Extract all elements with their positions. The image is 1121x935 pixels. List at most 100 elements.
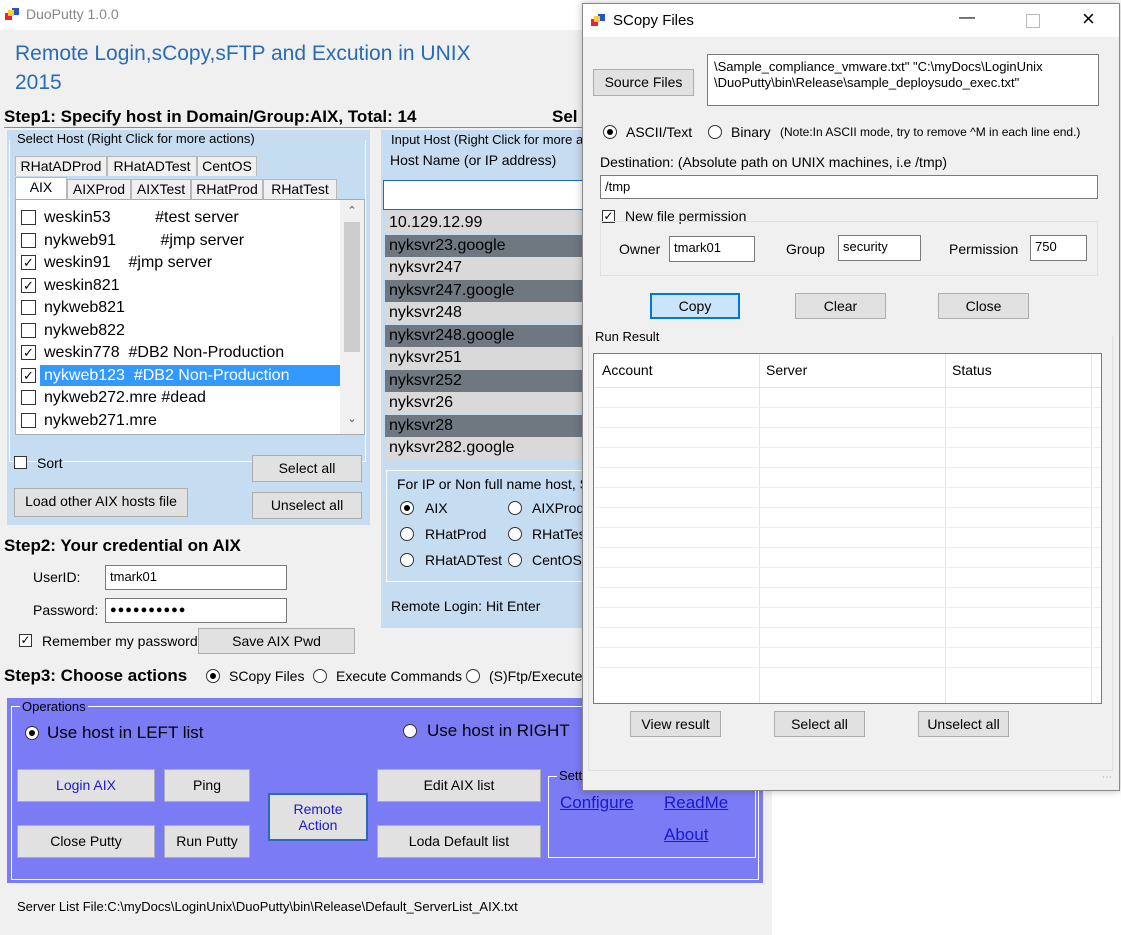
readme-link[interactable]: ReadMe: [664, 793, 728, 813]
host-checkbox[interactable]: ✓: [21, 367, 36, 383]
host-list-item[interactable]: nykweb91 #jmp server: [16, 229, 340, 251]
ip-radio-rhatprod[interactable]: [400, 527, 414, 541]
right-host-item[interactable]: nyksvr247.google: [385, 279, 586, 302]
host-checkbox[interactable]: [21, 322, 36, 338]
edit-list-button[interactable]: Edit AIX list: [377, 769, 541, 802]
host-list-item[interactable]: nykweb822: [16, 319, 340, 341]
host-checkbox[interactable]: [21, 412, 36, 428]
right-host-item[interactable]: nyksvr23.google: [385, 234, 586, 257]
host-list-item[interactable]: weskin53 #test server: [16, 206, 340, 228]
destination-input[interactable]: /tmp: [600, 175, 1098, 199]
tab-rhatadprod[interactable]: RHatADProd: [15, 156, 107, 176]
about-link[interactable]: About: [664, 825, 708, 845]
host-list-item[interactable]: ✓ nykweb123 #DB2 Non-Production: [16, 364, 340, 386]
clear-button[interactable]: Clear: [795, 293, 886, 319]
right-host-item[interactable]: nyksvr248: [385, 302, 586, 324]
right-host-item[interactable]: nyksvr251: [385, 347, 586, 369]
permission-input[interactable]: 750: [1030, 235, 1087, 261]
action-radio-scopy[interactable]: [206, 669, 220, 683]
host-checkbox[interactable]: [21, 232, 36, 248]
result-grid[interactable]: Account Server Status: [593, 353, 1102, 704]
tab-rhatprod[interactable]: RHatProd: [191, 179, 263, 199]
loda-default-button[interactable]: Loda Default list: [377, 825, 541, 858]
remember-password-checkbox[interactable]: ✓: [19, 634, 32, 647]
column-header-account[interactable]: Account: [602, 362, 653, 378]
host-name-input[interactable]: [383, 180, 588, 210]
ip-radio-rhatadtest[interactable]: [400, 553, 414, 567]
right-host-item[interactable]: nyksvr248.google: [385, 324, 586, 347]
sort-checkbox[interactable]: [14, 456, 27, 469]
host-checkbox[interactable]: [21, 210, 36, 225]
source-files-field[interactable]: \Sample_compliance_vmware.txt" "C:\myDoc…: [707, 54, 1099, 106]
login-button[interactable]: Login AIX: [17, 769, 155, 802]
action-radio-execute[interactable]: [313, 669, 327, 683]
resize-grip-icon[interactable]: ⋯: [1102, 772, 1112, 783]
host-list-item[interactable]: ✓ weskin778 #DB2 Non-Production: [16, 341, 340, 363]
select-all-button[interactable]: Select all: [252, 455, 362, 482]
column-header-status[interactable]: Status: [952, 362, 992, 378]
tab-aixprod[interactable]: AIXProd: [67, 179, 131, 199]
host-list-item[interactable]: nykweb821: [16, 296, 340, 318]
close-button[interactable]: Close: [938, 293, 1029, 319]
copy-button[interactable]: Copy: [650, 293, 740, 319]
host-checkbox[interactable]: ✓: [21, 255, 36, 270]
grid-unselect-all-button[interactable]: Unselect all: [918, 711, 1009, 737]
close-icon[interactable]: ×: [1082, 6, 1095, 32]
configure-link[interactable]: Configure: [560, 793, 634, 813]
host-checkbox[interactable]: [21, 300, 36, 315]
run-putty-button[interactable]: Run Putty: [164, 825, 250, 858]
ip-radio-centos[interactable]: [508, 553, 522, 567]
use-left-radio[interactable]: [25, 726, 39, 740]
maximize-icon[interactable]: [1026, 14, 1040, 28]
host-list-item[interactable]: ✓ weskin91 #jmp server: [16, 251, 340, 273]
host-label: nykweb91 #jmp server: [44, 231, 245, 249]
close-putty-button[interactable]: Close Putty: [17, 825, 155, 858]
host-checkbox[interactable]: ✓: [21, 345, 36, 360]
tab-rhattest[interactable]: RHatTest: [263, 179, 337, 199]
grid-select-all-button[interactable]: Select all: [774, 711, 865, 737]
host-list-item[interactable]: nykweb271.mre: [16, 409, 340, 431]
remote-action-button[interactable]: Remote Action: [268, 793, 368, 841]
binary-radio[interactable]: [708, 125, 722, 139]
right-host-item[interactable]: nyksvr26: [385, 392, 586, 414]
host-checkbox[interactable]: ✓: [21, 277, 36, 293]
host-list-item[interactable]: ✓ weskin821: [16, 274, 340, 296]
tab-aixtest[interactable]: AIXTest: [131, 179, 191, 199]
host-label: nykweb821: [44, 299, 125, 316]
tab-centos[interactable]: CentOS: [197, 156, 257, 176]
scroll-down-icon[interactable]: ⌄: [340, 412, 364, 425]
unselect-all-button[interactable]: Unselect all: [252, 492, 362, 519]
action-radio-sftp[interactable]: [466, 669, 480, 683]
ascii-radio[interactable]: [603, 125, 617, 139]
ip-radio-rhattest[interactable]: [508, 527, 522, 541]
scroll-up-icon[interactable]: ⌃: [340, 204, 364, 217]
column-header-server[interactable]: Server: [766, 362, 807, 378]
right-host-item[interactable]: nyksvr28: [385, 414, 586, 437]
source-files-button[interactable]: Source Files: [593, 69, 694, 96]
host-list[interactable]: weskin53 #test server nykweb91 #jmp serve…: [15, 199, 365, 435]
right-host-item[interactable]: 10.129.12.99: [385, 212, 586, 234]
owner-input[interactable]: tmark01: [669, 236, 755, 262]
view-result-button[interactable]: View result: [630, 711, 721, 737]
host-checkbox[interactable]: [21, 390, 36, 405]
save-pwd-button[interactable]: Save AIX Pwd: [198, 628, 355, 654]
grid-row-line: [594, 407, 1101, 408]
right-host-list[interactable]: 10.129.12.99 nyksvr23.google nyksvr247 nyks…: [385, 212, 586, 462]
tab-rhatadtest[interactable]: RHatADTest: [107, 156, 197, 176]
right-host-item[interactable]: nyksvr282.google: [385, 437, 586, 459]
userid-input[interactable]: tmark01: [105, 565, 287, 590]
scrollbar-thumb[interactable]: [344, 222, 360, 352]
right-host-item[interactable]: nyksvr252: [385, 369, 586, 392]
tab-aix[interactable]: AIX: [15, 177, 67, 199]
load-other-hosts-button[interactable]: Load other AIX hosts file: [14, 488, 188, 517]
host-list-item[interactable]: nykweb272.mre #dead: [16, 386, 340, 408]
use-right-radio[interactable]: [403, 724, 417, 738]
group-input[interactable]: security: [838, 235, 921, 261]
password-input[interactable]: ●●●●●●●●●●: [105, 598, 287, 623]
ping-button[interactable]: Ping: [164, 769, 250, 802]
ip-radio-aixprod[interactable]: [508, 501, 522, 515]
minimize-icon[interactable]: —: [959, 9, 975, 27]
ip-radio-aix[interactable]: [400, 501, 414, 515]
right-host-item[interactable]: nyksvr247: [385, 257, 586, 279]
host-list-scrollbar[interactable]: ⌃ ⌄: [340, 200, 364, 434]
